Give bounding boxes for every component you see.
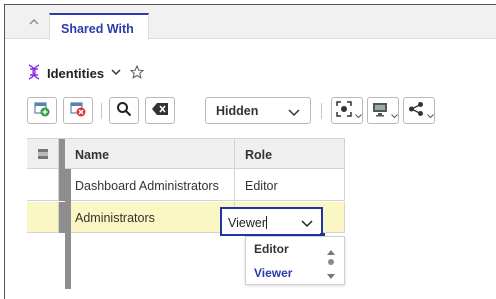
search-icon [116,101,132,120]
screen-icon [372,101,388,120]
option-viewer[interactable]: Viewer [254,266,292,280]
row-indicator-extension [65,169,71,289]
row-name-cell[interactable]: Dashboard Administrators [65,170,235,201]
table-row[interactable]: Dashboard Administrators Editor [27,170,345,201]
toolbar-divider [321,103,322,119]
visibility-value: Hidden [216,104,259,118]
flag-icon [37,148,49,163]
scroll-down-icon[interactable] [326,269,336,283]
tab-bar: Shared With [5,5,496,40]
role-select-value: Viewer [228,216,266,230]
search-button[interactable] [109,97,139,124]
row-role-cell[interactable]: Editor [235,170,345,201]
chevron-down-icon[interactable] [111,66,121,80]
identities-icon [27,63,41,83]
chevron-down-icon [288,106,300,120]
screen-menu-button[interactable] [367,97,399,124]
tab-label: Shared With [61,22,134,36]
section-title: Identities [47,65,105,81]
share-menu-button[interactable] [403,97,435,124]
column-header-role[interactable]: Role [235,139,345,170]
tab-shared-with[interactable]: Shared With [49,13,149,40]
toolbar: Hidden [5,91,496,131]
chevron-down-icon [355,108,362,122]
flag-column-header[interactable] [27,139,59,170]
row-name-cell[interactable]: Administrators [65,202,235,233]
remove-user-button[interactable] [63,97,93,124]
row-flag-cell[interactable] [27,170,59,201]
add-user-button[interactable] [27,97,57,124]
chevron-down-icon[interactable] [301,217,313,231]
clear-button[interactable] [145,97,175,124]
role-select-editor[interactable]: Viewer [220,207,325,238]
section-header: Identities [27,63,145,83]
scroll-up-icon[interactable] [326,245,336,259]
shared-with-panel: Shared With Identities Hidden Name Role … [4,4,496,299]
grid-header-row: Name Role [27,138,345,170]
option-editor[interactable]: Editor [254,242,289,256]
chevron-down-icon [427,108,434,122]
visibility-dropdown[interactable]: Hidden [205,97,311,124]
share-icon [408,101,424,120]
collapse-chevron-icon[interactable] [27,15,41,29]
scrollbar-thumb[interactable] [328,259,334,265]
star-icon[interactable] [129,64,145,82]
toolbar-divider [101,103,102,119]
focus-menu-button[interactable] [331,97,363,124]
column-header-name[interactable]: Name [65,139,235,170]
text-caret [265,216,267,229]
role-options-list: Editor Viewer [245,236,345,285]
chevron-down-icon [391,108,398,122]
focus-icon [336,101,352,120]
add-user-icon [34,101,50,120]
clear-icon [151,102,169,119]
row-flag-cell[interactable] [27,202,59,233]
remove-user-icon [70,101,86,120]
